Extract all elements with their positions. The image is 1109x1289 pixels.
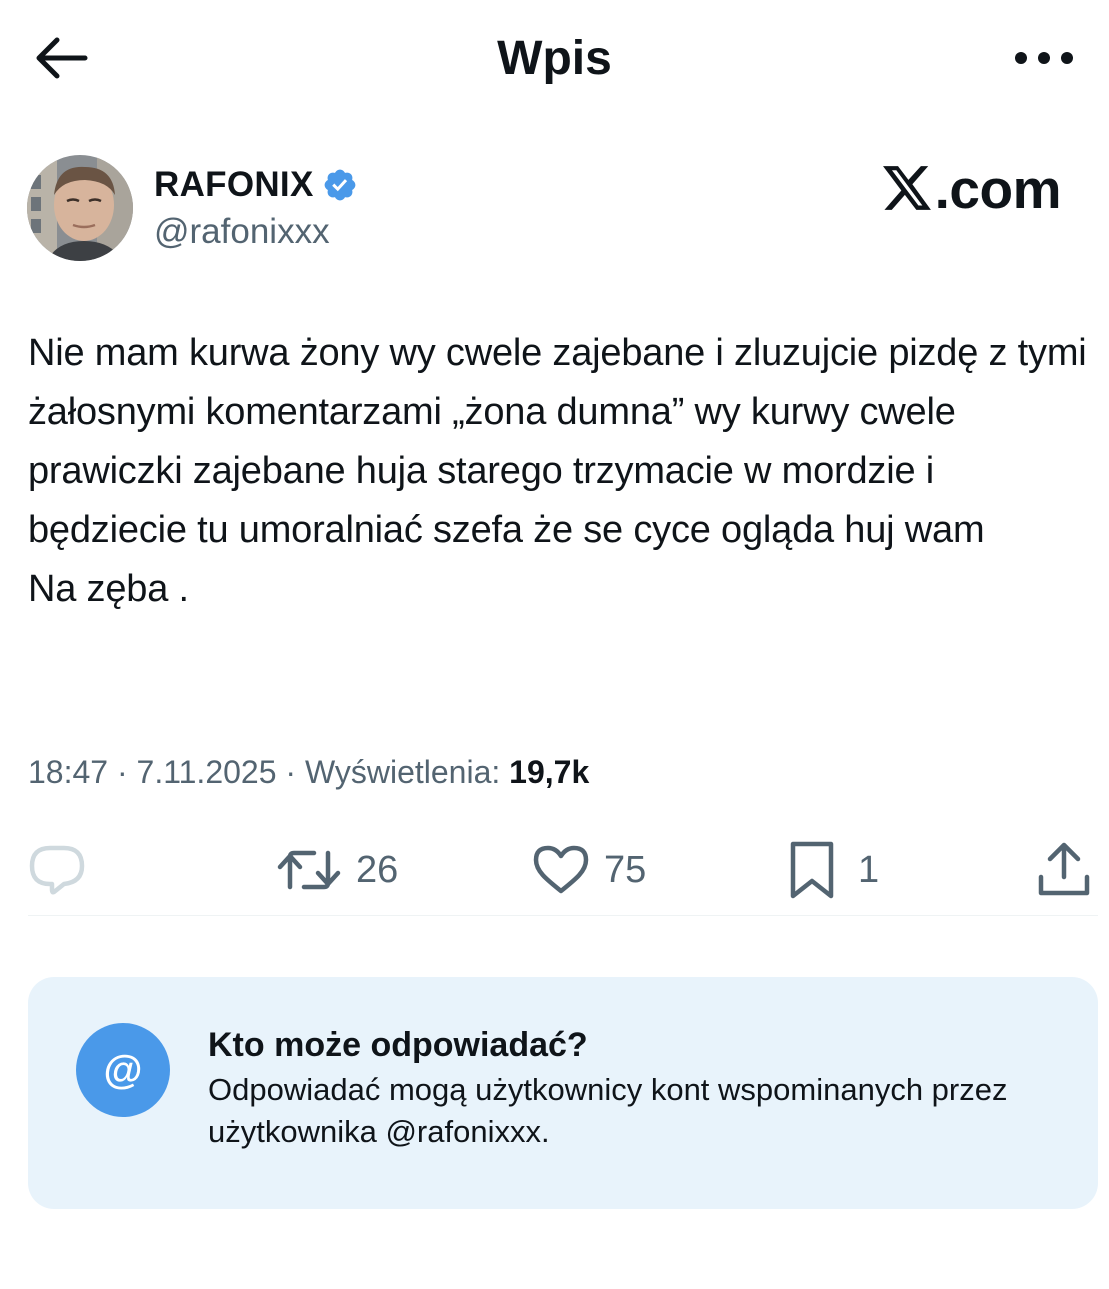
action-bar: 26 75 1 — [0, 830, 1109, 910]
brand-watermark: .com — [882, 158, 1062, 220]
tweet-time[interactable]: 18:47 — [28, 754, 108, 790]
author-handle[interactable]: @rafonixxx — [154, 210, 330, 254]
verified-badge-icon — [324, 169, 355, 201]
avatar-image — [27, 155, 133, 261]
like-count: 75 — [604, 848, 647, 891]
reply-restriction-description: Odpowiadać mogą użytkownicy kont wspomin… — [208, 1072, 1008, 1149]
reply-restriction-title: Kto może odpowiadać? — [208, 1026, 588, 1064]
bookmark-count: 1 — [858, 848, 880, 891]
share-icon — [1038, 842, 1090, 896]
more-button[interactable] — [1009, 34, 1079, 82]
reply-button[interactable] — [28, 830, 86, 910]
views-label: Wyświetlenia: — [304, 754, 501, 790]
reply-restriction-card: @ Kto może odpowiadać? Odpowiadać mogą u… — [28, 977, 1098, 1209]
x-logo-icon — [882, 166, 931, 210]
author-name[interactable]: RAFONIX — [154, 165, 314, 205]
like-button[interactable]: 75 — [532, 830, 646, 910]
at-icon: @ — [76, 1023, 170, 1117]
meta-separator: · — [285, 754, 305, 790]
retweet-icon — [277, 850, 341, 890]
divider — [28, 915, 1098, 916]
retweet-count: 26 — [356, 848, 399, 891]
retweet-button[interactable]: 26 — [276, 830, 398, 910]
avatar[interactable] — [27, 155, 133, 261]
bookmark-icon — [790, 841, 834, 899]
more-horizontal-icon — [1015, 52, 1073, 64]
tweet-meta: 18:47 · 7.11.2025 · Wyświetlenia: 19,7k — [28, 750, 589, 794]
meta-separator: · — [116, 754, 137, 790]
heart-icon — [533, 845, 589, 894]
reply-icon — [29, 845, 85, 895]
page-title: Wpis — [497, 32, 612, 85]
bookmark-button[interactable]: 1 — [788, 830, 879, 910]
brand-text: .com — [934, 158, 1062, 220]
top-bar: Wpis — [0, 0, 1109, 120]
author-name-row[interactable]: RAFONIX — [154, 163, 358, 207]
tweet-text: Nie mam kurwa żony wy cwele zajebane i z… — [28, 332, 1087, 610]
views-count[interactable]: 19,7k — [509, 754, 589, 790]
tweet-date[interactable]: 7.11.2025 — [137, 754, 277, 790]
share-button[interactable] — [1036, 830, 1092, 910]
